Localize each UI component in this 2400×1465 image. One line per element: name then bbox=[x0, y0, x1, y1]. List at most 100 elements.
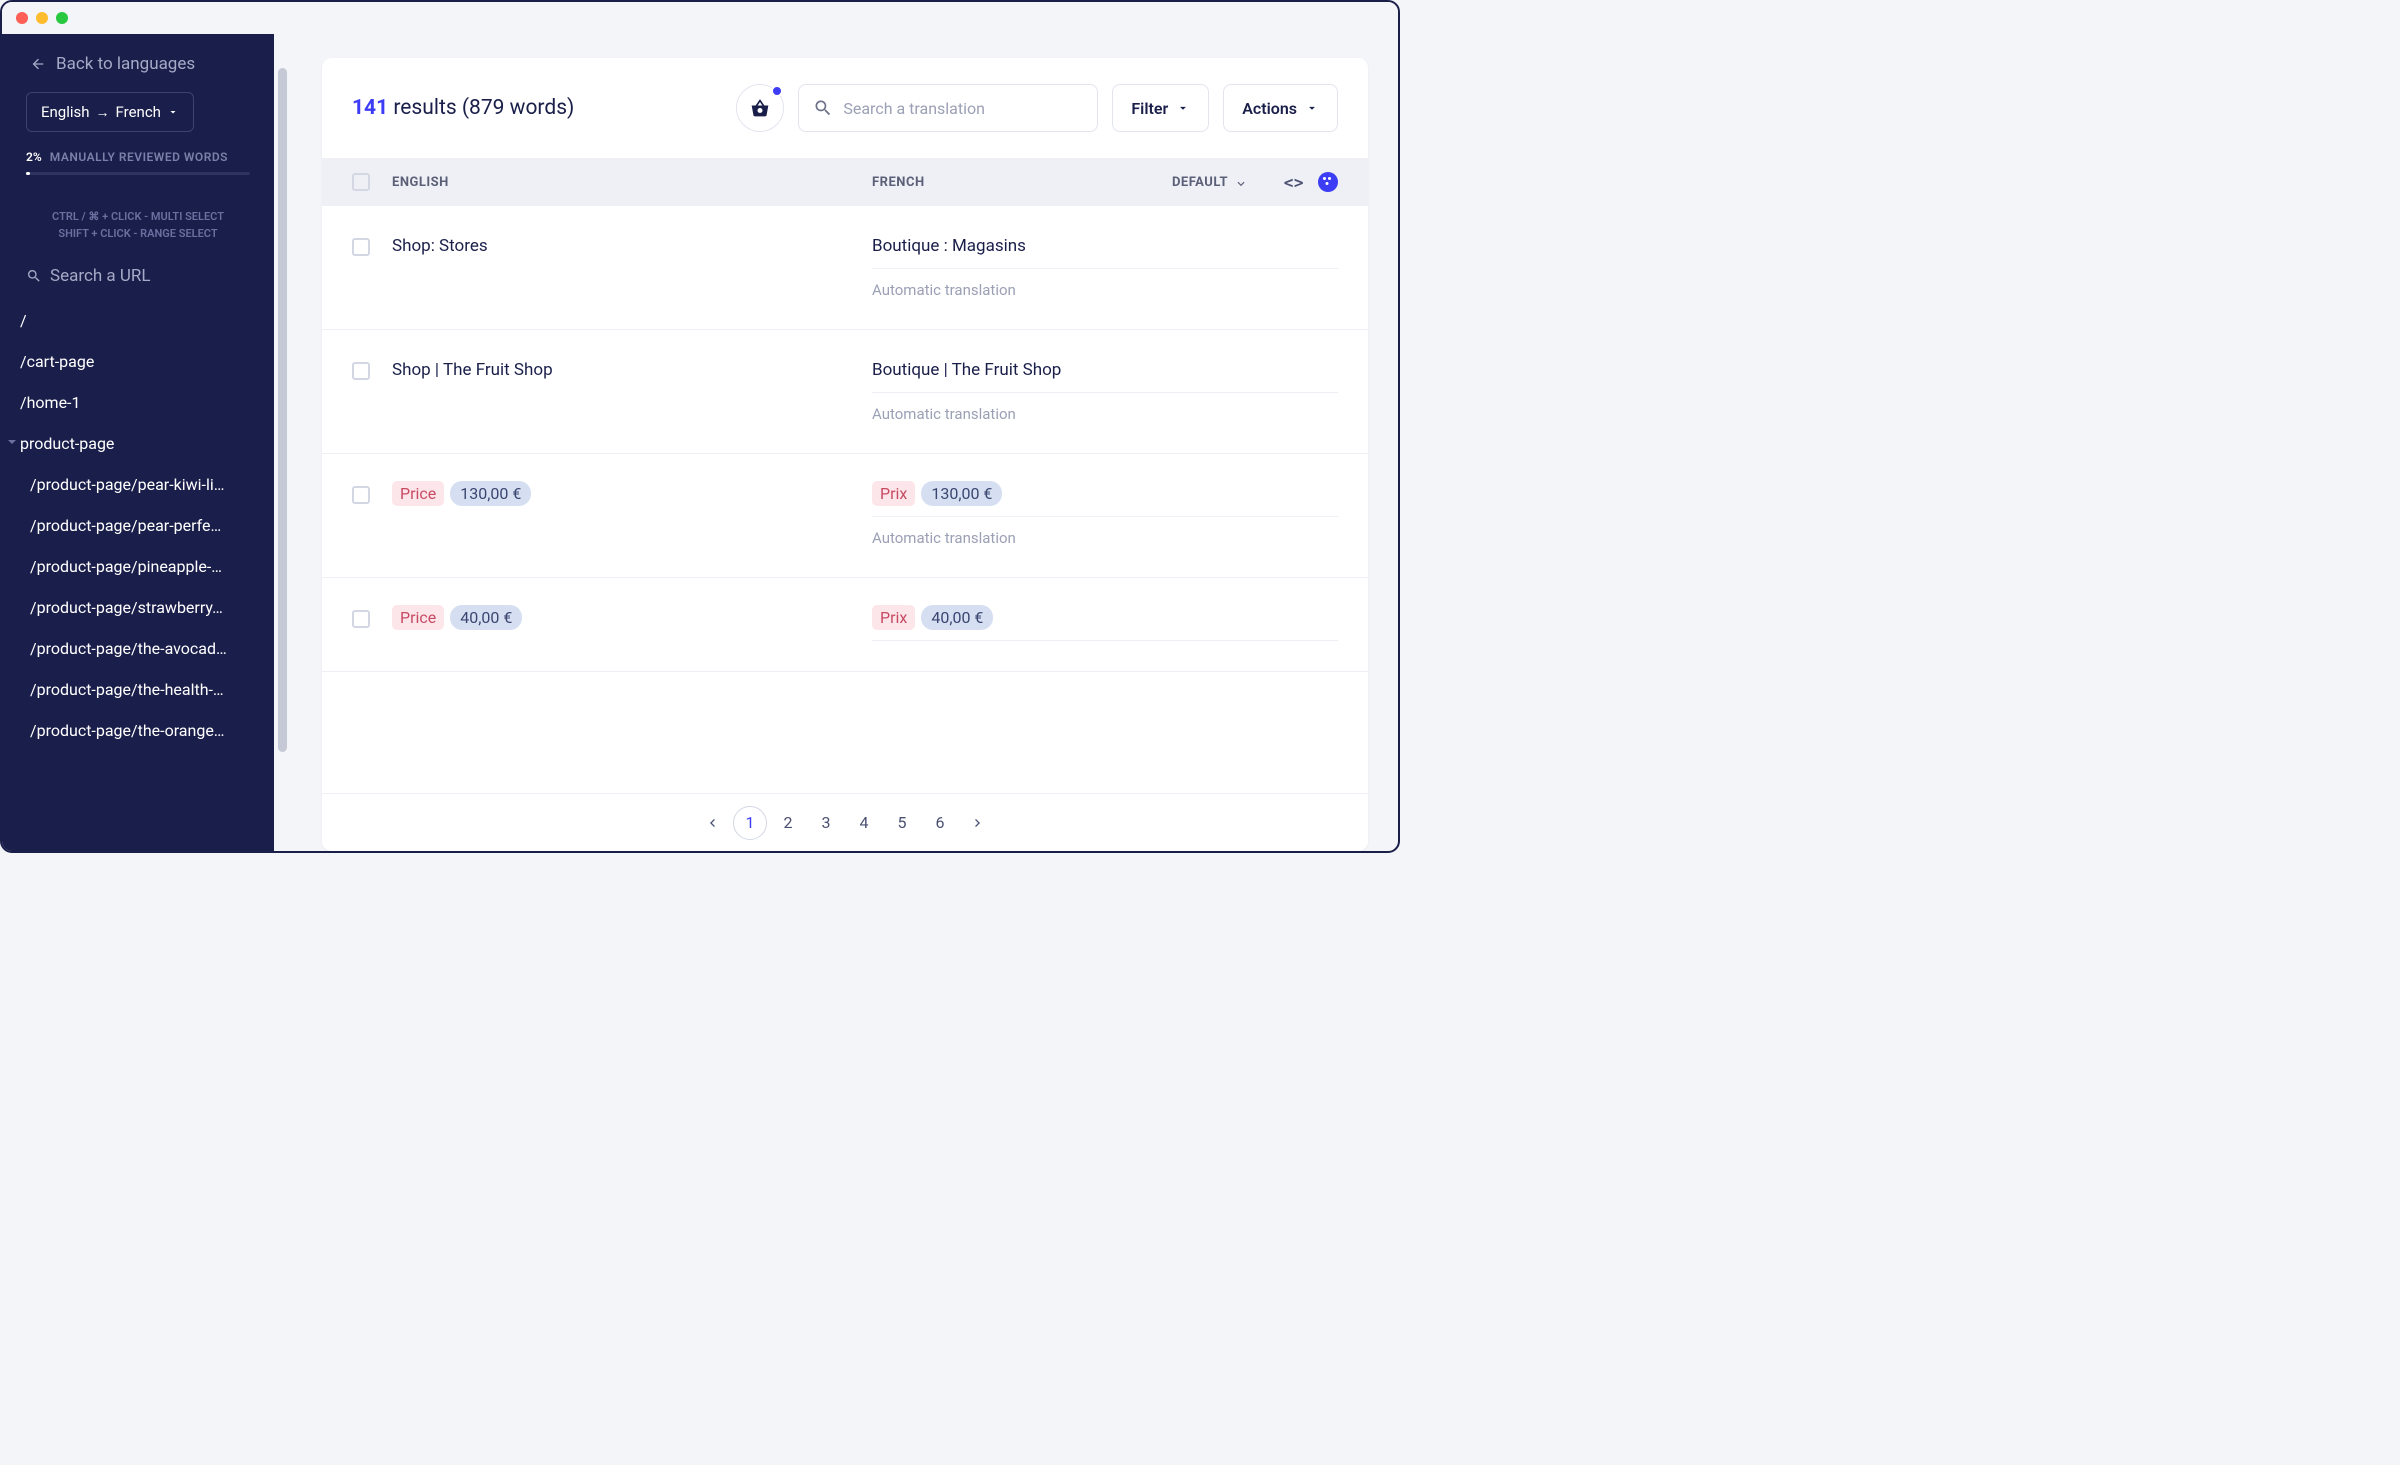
row-checkbox[interactable] bbox=[352, 610, 370, 628]
close-window-icon[interactable] bbox=[16, 12, 28, 24]
pagination: 123456 bbox=[322, 793, 1368, 851]
code-view-icon[interactable]: <> bbox=[1284, 173, 1304, 192]
selection-hints: CTRL / ⌘ + CLICK - MULTI SELECT SHIFT + … bbox=[2, 195, 274, 256]
progress-label: MANUALLY REVIEWED WORDS bbox=[50, 150, 228, 164]
field-label-badge: Price bbox=[392, 481, 444, 506]
minimize-window-icon[interactable] bbox=[36, 12, 48, 24]
french-text[interactable]: Prix40,00 € bbox=[872, 608, 1338, 641]
url-item[interactable]: /product-page/the-health-… bbox=[2, 669, 274, 710]
filter-label: Filter bbox=[1131, 99, 1168, 118]
page-number-button[interactable]: 5 bbox=[885, 806, 919, 840]
field-value-badge: 130,00 € bbox=[450, 481, 531, 506]
arrow-right-icon bbox=[970, 815, 986, 831]
table-row: Shop | The Fruit ShopBoutique | The Frui… bbox=[322, 330, 1368, 454]
translation-note: Automatic translation bbox=[872, 269, 1338, 299]
field-label-badge: Prix bbox=[872, 481, 915, 506]
lang-from: English bbox=[41, 103, 90, 121]
progress-bar bbox=[26, 172, 250, 175]
basket-icon bbox=[750, 98, 770, 118]
main-content: 141 results (879 words) Filter bbox=[292, 34, 1398, 851]
chevron-down-icon bbox=[167, 106, 179, 118]
url-item[interactable]: / bbox=[2, 300, 274, 341]
row-checkbox[interactable] bbox=[352, 362, 370, 380]
back-to-languages-link[interactable]: Back to languages bbox=[2, 34, 274, 92]
actions-button[interactable]: Actions bbox=[1223, 84, 1338, 132]
url-item[interactable]: /product-page/the-avocad… bbox=[2, 628, 274, 669]
table-body: Shop: StoresBoutique : MagasinsAutomatic… bbox=[322, 206, 1368, 851]
english-text: Shop | The Fruit Shop bbox=[392, 360, 872, 380]
page-number-button[interactable]: 3 bbox=[809, 806, 843, 840]
url-item[interactable]: /home-1 bbox=[2, 382, 274, 423]
filter-button[interactable]: Filter bbox=[1112, 84, 1209, 132]
column-french: FRENCH bbox=[872, 175, 1128, 190]
url-item[interactable]: /cart-page bbox=[2, 341, 274, 382]
row-checkbox[interactable] bbox=[352, 486, 370, 504]
french-text[interactable]: Boutique | The Fruit Shop bbox=[872, 360, 1338, 393]
language-pair-selector[interactable]: English → French bbox=[26, 92, 194, 132]
arrow-left-icon bbox=[704, 815, 720, 831]
row-checkbox[interactable] bbox=[352, 238, 370, 256]
search-input[interactable] bbox=[843, 99, 1083, 118]
url-search-placeholder: Search a URL bbox=[50, 266, 151, 286]
url-folder-product-page[interactable]: product-page bbox=[2, 423, 274, 464]
url-item[interactable]: /product-page/pear-kiwi-li… bbox=[2, 464, 274, 505]
url-item[interactable]: /product-page/strawberry… bbox=[2, 587, 274, 628]
column-english: ENGLISH bbox=[392, 175, 872, 190]
translation-note: Automatic translation bbox=[872, 517, 1338, 547]
field-label-badge: Prix bbox=[872, 605, 915, 630]
page-number-button[interactable]: 6 bbox=[923, 806, 957, 840]
french-text[interactable]: Prix130,00 € bbox=[872, 484, 1338, 517]
field-value-badge: 40,00 € bbox=[450, 605, 522, 630]
actions-label: Actions bbox=[1242, 99, 1297, 118]
sidebar: Back to languages English → French 2% MA… bbox=[2, 34, 274, 851]
results-count: 141 bbox=[352, 96, 388, 120]
url-item[interactable]: /product-page/the-orange… bbox=[2, 710, 274, 751]
next-page-button[interactable] bbox=[961, 806, 995, 840]
page-number-button[interactable]: 4 bbox=[847, 806, 881, 840]
field-label-badge: Price bbox=[392, 605, 444, 630]
maximize-window-icon[interactable] bbox=[56, 12, 68, 24]
progress-row: 2% MANUALLY REVIEWED WORDS bbox=[2, 150, 274, 172]
url-search[interactable]: Search a URL bbox=[2, 256, 274, 300]
field-value-badge: 130,00 € bbox=[921, 481, 1002, 506]
table-row: Price40,00 €Prix40,00 € bbox=[322, 578, 1368, 672]
hint-range-select: SHIFT + CLICK - RANGE SELECT bbox=[26, 226, 250, 243]
progress-percent: 2% bbox=[26, 150, 42, 164]
page-number-button[interactable]: 2 bbox=[771, 806, 805, 840]
content-header: 141 results (879 words) Filter bbox=[322, 58, 1368, 158]
cart-button[interactable] bbox=[736, 84, 784, 132]
chevron-down-icon bbox=[1305, 101, 1319, 115]
column-default-sort[interactable]: DEFAULT bbox=[1128, 175, 1248, 190]
notification-badge-icon bbox=[771, 85, 783, 97]
page-number-button[interactable]: 1 bbox=[733, 806, 767, 840]
lang-to: French bbox=[116, 103, 161, 121]
url-item[interactable]: /product-page/pear-perfe… bbox=[2, 505, 274, 546]
window-titlebar bbox=[2, 2, 1398, 34]
translation-search[interactable] bbox=[798, 84, 1098, 132]
back-label: Back to languages bbox=[56, 54, 195, 74]
arrow-left-icon bbox=[30, 56, 46, 72]
results-text: results (879 words) bbox=[393, 96, 574, 120]
hint-multi-select: CTRL / ⌘ + CLICK - MULTI SELECT bbox=[26, 209, 250, 226]
sidebar-scrollbar[interactable] bbox=[274, 34, 292, 851]
search-icon bbox=[813, 98, 833, 118]
table-row: Shop: StoresBoutique : MagasinsAutomatic… bbox=[322, 206, 1368, 330]
search-icon bbox=[26, 268, 42, 284]
table-header: ENGLISH FRENCH DEFAULT <> bbox=[322, 158, 1368, 206]
table-row: Price130,00 €Prix130,00 €Automatic trans… bbox=[322, 454, 1368, 578]
field-value-badge: 40,00 € bbox=[921, 605, 993, 630]
prev-page-button[interactable] bbox=[695, 806, 729, 840]
arrow-right-icon: → bbox=[96, 104, 110, 121]
url-item[interactable]: /product-page/pineapple-… bbox=[2, 546, 274, 587]
url-list: //cart-page/home-1product-page/product-p… bbox=[2, 300, 274, 751]
results-summary: 141 results (879 words) bbox=[352, 96, 574, 120]
chevron-down-icon bbox=[1176, 101, 1190, 115]
arrow-down-icon bbox=[1234, 175, 1248, 189]
select-all-checkbox[interactable] bbox=[352, 173, 370, 191]
french-text[interactable]: Boutique : Magasins bbox=[872, 236, 1338, 269]
scrollbar-thumb[interactable] bbox=[278, 68, 287, 752]
translation-note: Automatic translation bbox=[872, 393, 1338, 423]
column-default-label: DEFAULT bbox=[1172, 175, 1228, 190]
palette-icon[interactable] bbox=[1318, 172, 1338, 192]
english-text: Shop: Stores bbox=[392, 236, 872, 256]
